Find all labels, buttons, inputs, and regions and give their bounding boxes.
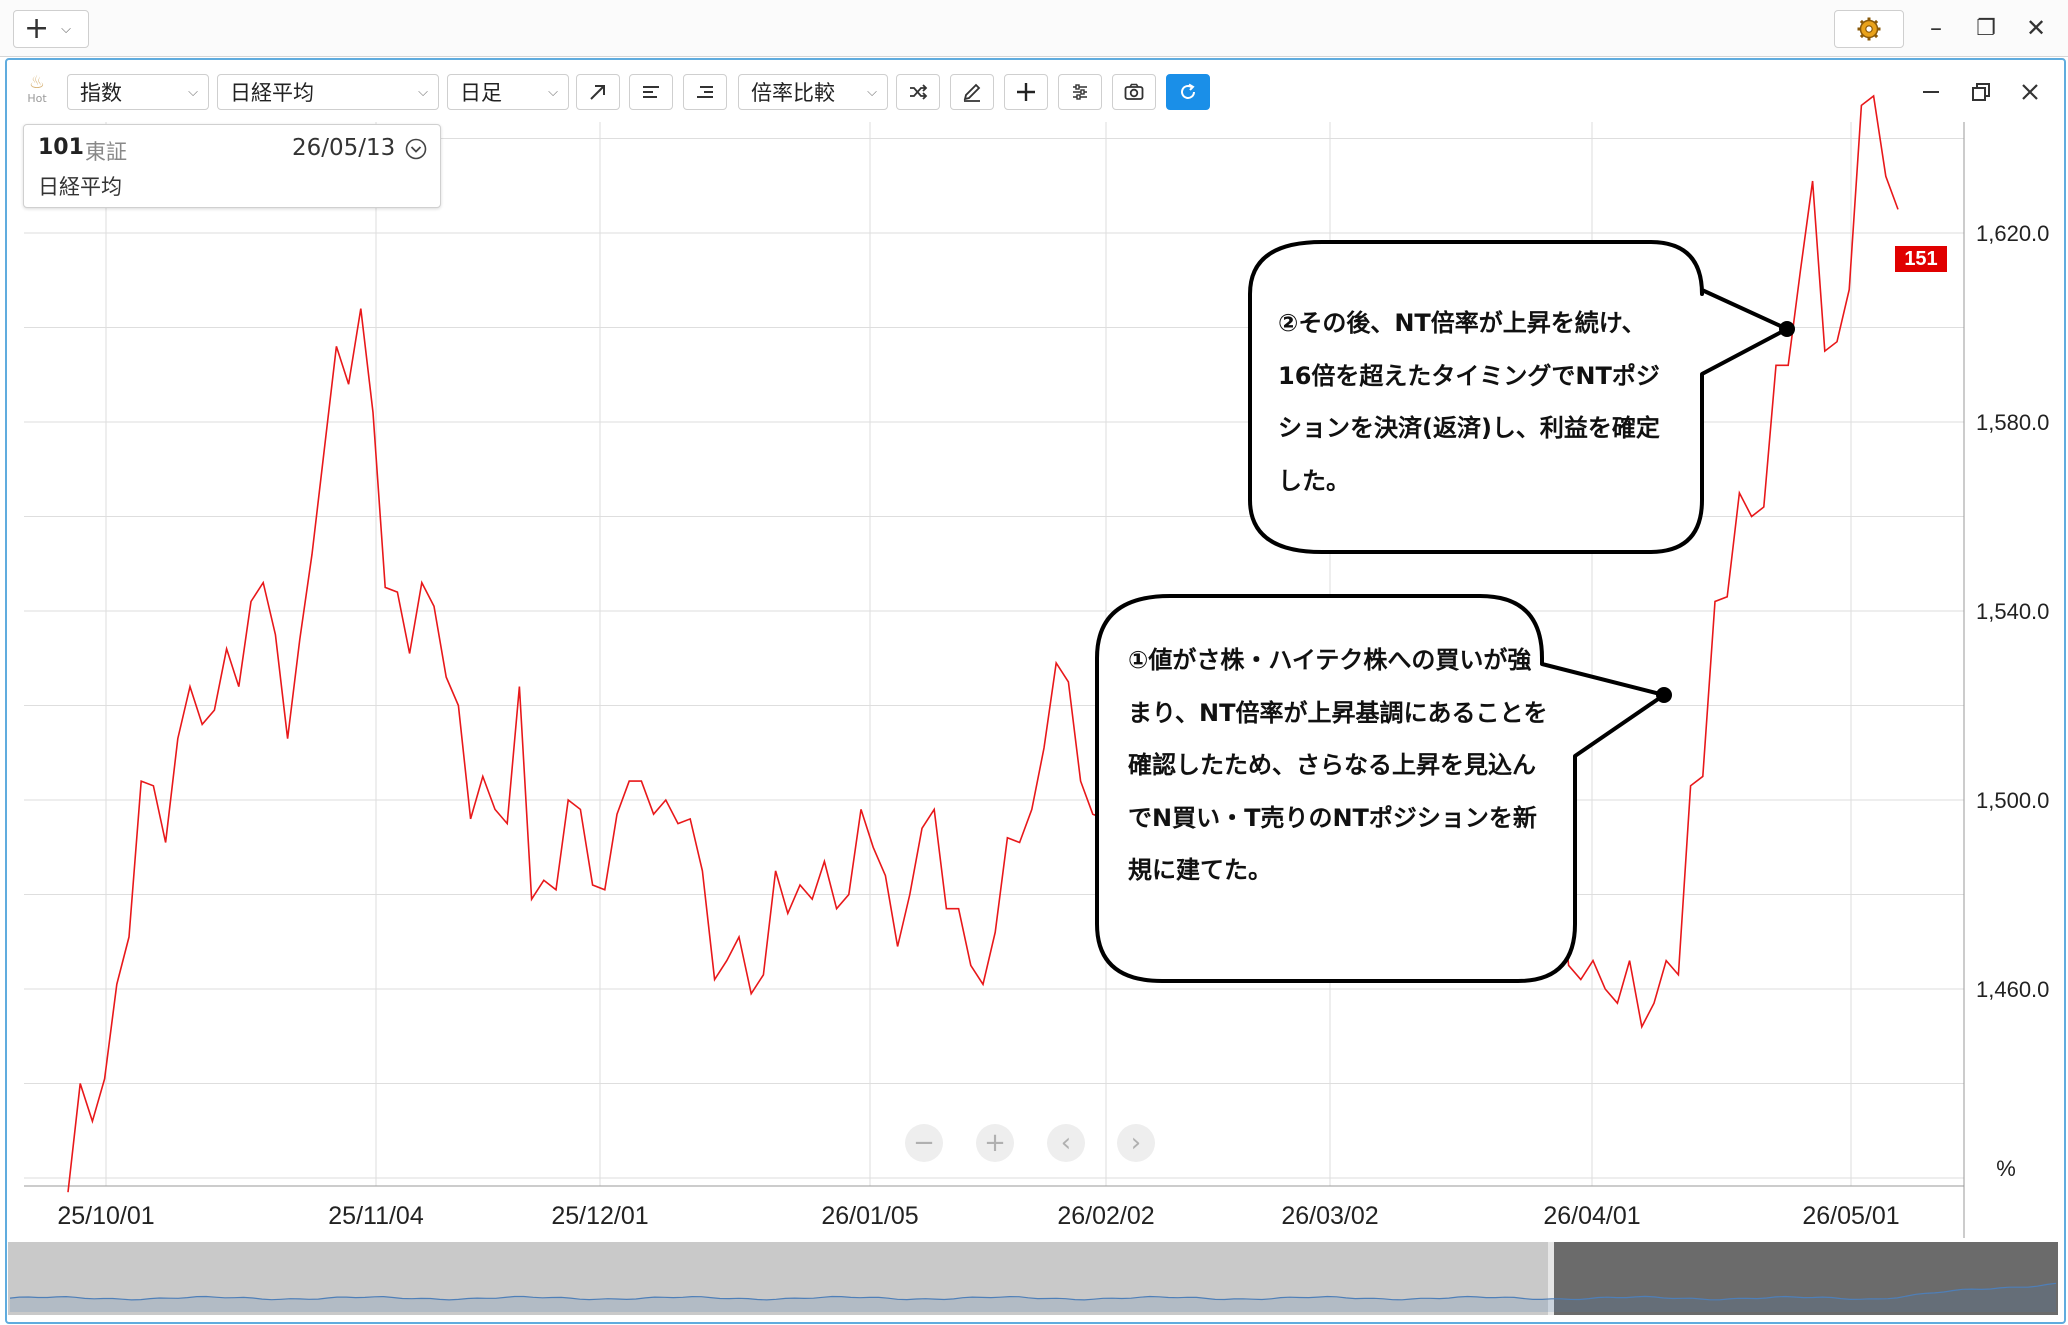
expand-chevron-icon[interactable] xyxy=(404,137,428,161)
y-tick-label: 1,620.0 xyxy=(1976,221,2049,246)
y-axis-labels: 1,620.0 1,580.0 1,540.0 1,500.0 1,460.0 xyxy=(1976,221,2049,1002)
y-axis-unit: % xyxy=(1996,1156,2016,1181)
y-tick-label: 1,580.0 xyxy=(1976,410,2049,435)
x-tick-label: 26/04/01 xyxy=(1543,1202,1640,1230)
exchange-label: 東証 xyxy=(85,140,127,164)
symbol-code: 101 xyxy=(38,135,84,160)
scroll-left-button[interactable]: ‹ xyxy=(1047,1124,1085,1162)
x-tick-label: 26/05/01 xyxy=(1802,1202,1899,1230)
callout-1-anchor-dot xyxy=(1656,687,1672,703)
zoom-out-button[interactable]: − xyxy=(905,1124,943,1162)
y-tick-label: 1,460.0 xyxy=(1976,977,2049,1002)
x-axis-labels: 25/10/01 25/11/04 25/12/01 26/01/05 26/02/02… xyxy=(57,1202,1899,1230)
x-tick-label: 26/02/02 xyxy=(1057,1202,1154,1230)
symbol-name: 日経平均 xyxy=(38,175,122,199)
callout-2-anchor-dot xyxy=(1779,321,1795,337)
callout-1-text: ①値がさ株・ハイテク株への買いが強まり、NT倍率が上昇基調にあることを確認したた… xyxy=(1128,646,1548,884)
y-tick-label: 1,540.0 xyxy=(1976,599,2049,624)
y-tick-label: 1,500.0 xyxy=(1976,788,2049,813)
scroll-right-button[interactable]: › xyxy=(1117,1124,1155,1162)
info-date: 26/05/13 xyxy=(292,135,396,161)
last-value-badge: 151 xyxy=(1895,246,1947,272)
x-tick-label: 25/10/01 xyxy=(57,1202,154,1230)
zoom-in-button[interactable]: + xyxy=(976,1124,1014,1162)
x-tick-label: 26/01/05 xyxy=(821,1202,918,1230)
callout-2-text: ②その後、NT倍率が上昇を続け、16倍を超えたタイミングでNTポジションを決済(… xyxy=(1278,309,1660,495)
x-tick-label: 25/12/01 xyxy=(551,1202,648,1230)
symbol-info-box[interactable]: 101 東証 26/05/13 日経平均 xyxy=(23,124,441,208)
x-tick-label: 26/03/02 xyxy=(1281,1202,1378,1230)
x-tick-label: 25/11/04 xyxy=(328,1202,424,1230)
